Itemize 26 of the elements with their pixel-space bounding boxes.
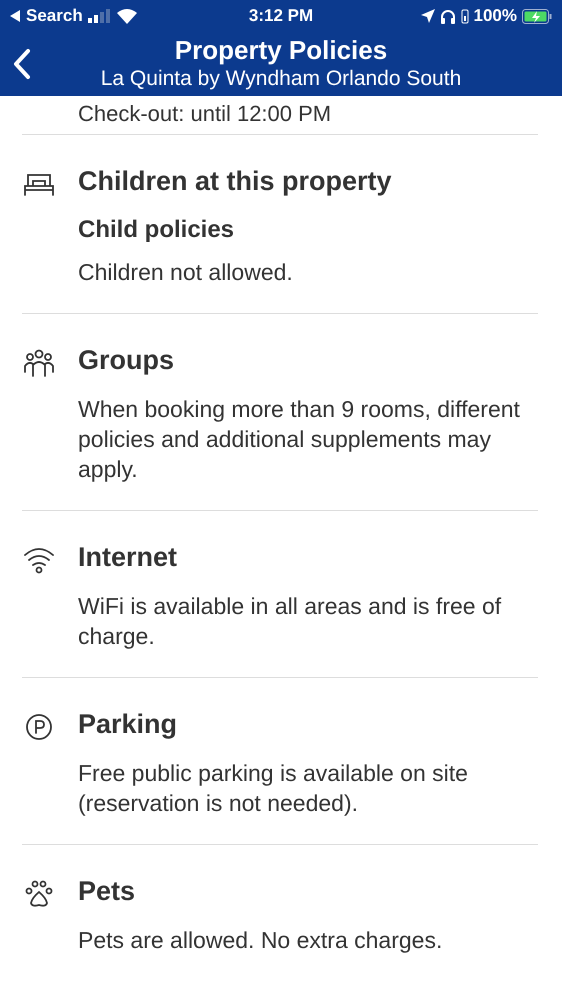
policy-text: Check-out: until 12:00 PM: [77, 100, 332, 128]
section-title: Pets: [78, 875, 136, 907]
page-title: Property Policies: [174, 35, 388, 65]
wifi-icon: [116, 8, 137, 24]
battery-charging-icon: [522, 8, 552, 24]
policy-text: WiFi is available in all areas and is free of charge.: [78, 592, 502, 651]
back-triangle-icon: [10, 10, 21, 22]
clock-time: 3:12 PM: [248, 6, 314, 26]
group-icon: [22, 348, 56, 378]
signal-icon: [88, 9, 112, 23]
policy-text: When booking more than 9 rooms, different policies and additional supplements may apply.: [78, 395, 521, 484]
policy-text: Pets are allowed. No extra charges.: [78, 926, 444, 955]
section-title: Internet: [78, 541, 178, 573]
policy-text: Children not allowed.: [78, 258, 294, 287]
back-label[interactable]: Search: [26, 6, 83, 26]
wifi-icon: [22, 545, 56, 575]
battery-small-icon: [460, 8, 469, 24]
policy-subtitle: Child policies: [78, 215, 236, 245]
battery-percent: 100%: [474, 6, 517, 26]
policy-text: Free public parking is available on site (reservation is not needed).: [78, 759, 469, 818]
headphones-icon: [440, 8, 456, 24]
section-title: Parking: [78, 708, 178, 740]
location-arrow-icon: [420, 9, 435, 23]
hotel-name: La Quinta by Wyndham Orlando South: [100, 66, 462, 92]
section-title: Children at this property: [78, 165, 393, 197]
section-title: Groups: [78, 344, 176, 376]
